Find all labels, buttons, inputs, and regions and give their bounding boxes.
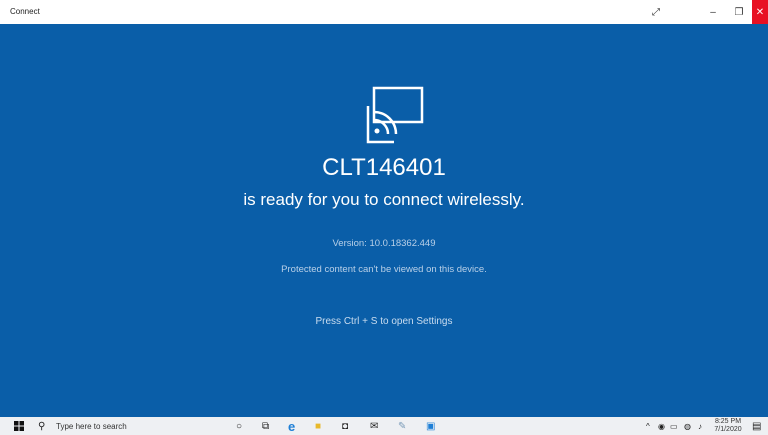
- window-title: Connect: [10, 7, 40, 16]
- maximize-button[interactable]: ❐: [726, 0, 752, 24]
- mail-icon[interactable]: ✉: [370, 417, 378, 435]
- minimize-button[interactable]: –: [700, 0, 726, 24]
- battery-icon[interactable]: ▭: [670, 417, 678, 435]
- cortana-icon[interactable]: ○: [236, 417, 242, 435]
- protected-content-notice: Protected content can't be viewed on thi…: [281, 264, 487, 275]
- volume-icon[interactable]: ♪: [698, 417, 702, 435]
- windows-start-icon[interactable]: [14, 417, 24, 435]
- store-icon[interactable]: ◘: [342, 417, 348, 435]
- network-icon[interactable]: ◉: [658, 417, 665, 435]
- clock-time: 8:25 PM: [714, 418, 742, 425]
- task-view-icon[interactable]: ⧉: [262, 417, 269, 435]
- notification-icon[interactable]: ▤: [752, 417, 761, 435]
- search-icon[interactable]: ⚲: [38, 417, 45, 435]
- expand-icon[interactable]: ⤢: [643, 0, 669, 24]
- taskbar-search-input[interactable]: Type here to search: [56, 417, 127, 435]
- wireless-display-icon: [366, 86, 424, 144]
- edge-icon[interactable]: e: [288, 417, 295, 435]
- file-explorer-icon[interactable]: ■: [315, 417, 321, 435]
- title-bar: Connect ⤢ – ❐ ✕: [0, 0, 768, 24]
- clock-date: 7/1/2020: [714, 426, 742, 433]
- close-button[interactable]: ✕: [752, 0, 768, 24]
- settings-hint: Press Ctrl + S to open Settings: [315, 316, 453, 327]
- chevron-up-icon[interactable]: ^: [646, 417, 650, 435]
- ready-message: is ready for you to connect wirelessly.: [243, 190, 525, 209]
- clock[interactable]: 8:25 PM 7/1/2020: [714, 418, 742, 434]
- taskbar: ⚲ Type here to search ○ ⧉ e ■ ◘ ✉ ✎ ▣ ^ …: [0, 417, 768, 435]
- connect-app-icon[interactable]: ▣: [426, 417, 435, 435]
- wifi-icon[interactable]: ◍: [684, 417, 691, 435]
- device-name: CLT146401: [322, 154, 446, 181]
- paint-icon[interactable]: ✎: [398, 417, 406, 435]
- version-text: Version: 10.0.18362.449: [332, 238, 436, 249]
- connect-panel: CLT146401 is ready for you to connect wi…: [0, 24, 768, 417]
